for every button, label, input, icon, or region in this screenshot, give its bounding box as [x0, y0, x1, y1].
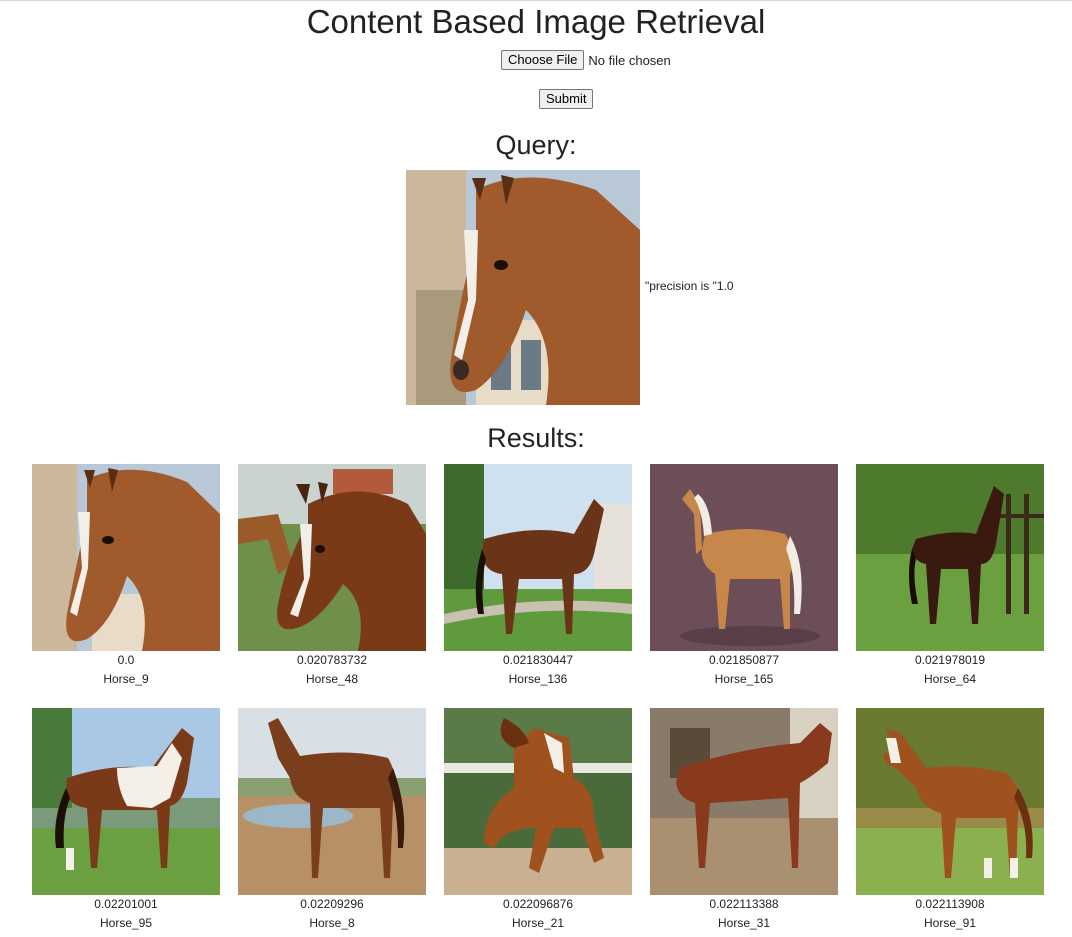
page-title: Content Based Image Retrieval — [306, 3, 766, 40]
result-label: Horse_9 — [103, 672, 149, 686]
result-label: Horse_165 — [714, 672, 774, 686]
result-score: 0.02209296 — [300, 897, 364, 911]
result-score: 0.022096876 — [502, 897, 574, 911]
result-score: 0.022113908 — [915, 897, 985, 911]
result-item: 0.022096876 Horse_21 — [444, 708, 632, 930]
result-item: 0.02201001 Horse_95 — [32, 708, 220, 930]
page: Content Based Image Retrieval Choose Fil… — [0, 0, 1072, 937]
result-item: 0.0 Horse_9 — [32, 464, 220, 686]
result-image[interactable] — [650, 708, 838, 895]
result-item: 0.02209296 Horse_8 — [238, 708, 426, 930]
result-image[interactable] — [856, 464, 1044, 651]
result-image[interactable] — [238, 464, 426, 651]
result-label: Horse_48 — [305, 672, 359, 686]
precision-text: "precision is "1.0 — [645, 279, 734, 293]
result-image[interactable] — [650, 464, 838, 651]
result-score: 0.021850877 — [708, 653, 780, 667]
submit-button[interactable]: Submit — [539, 89, 594, 109]
result-label: Horse_95 — [99, 916, 153, 930]
query-heading: Query: — [495, 130, 577, 160]
result-score: 0.0 — [117, 653, 135, 667]
result-item: 0.020783732 Horse_48 — [238, 464, 426, 686]
results-heading: Results: — [487, 423, 585, 453]
result-score: 0.021830447 — [502, 653, 574, 667]
file-status-text: No file chosen — [588, 52, 671, 68]
result-label: Horse_31 — [717, 916, 771, 930]
choose-file-button[interactable]: Choose File — [501, 50, 585, 70]
result-image[interactable] — [444, 708, 632, 895]
result-item: 0.021850877 Horse_165 — [650, 464, 838, 686]
result-image[interactable] — [444, 464, 632, 651]
query-image — [406, 170, 640, 405]
result-score: 0.020783732 — [296, 653, 368, 667]
file-upload-row: Choose File No file chosen — [501, 50, 671, 70]
result-label: Horse_136 — [508, 672, 568, 686]
result-label: Horse_8 — [309, 916, 355, 930]
result-item: 0.021978019 Horse_64 — [856, 464, 1044, 686]
result-label: Horse_91 — [923, 916, 977, 930]
result-label: Horse_21 — [511, 916, 565, 930]
submit-wrap: Submit — [539, 89, 594, 109]
result-item: 0.022113908 Horse_91 — [856, 708, 1044, 930]
result-item: 0.021830447 Horse_136 — [444, 464, 632, 686]
result-image[interactable] — [856, 708, 1044, 895]
result-score: 0.02201001 — [94, 897, 158, 911]
result-item: 0.022113388 Horse_31 — [650, 708, 838, 930]
result-image[interactable] — [32, 708, 220, 895]
result-score: 0.022113388 — [709, 897, 779, 911]
result-label: Horse_64 — [923, 672, 977, 686]
result-image[interactable] — [238, 708, 426, 895]
result-score: 0.021978019 — [914, 653, 986, 667]
result-image[interactable] — [32, 464, 220, 651]
